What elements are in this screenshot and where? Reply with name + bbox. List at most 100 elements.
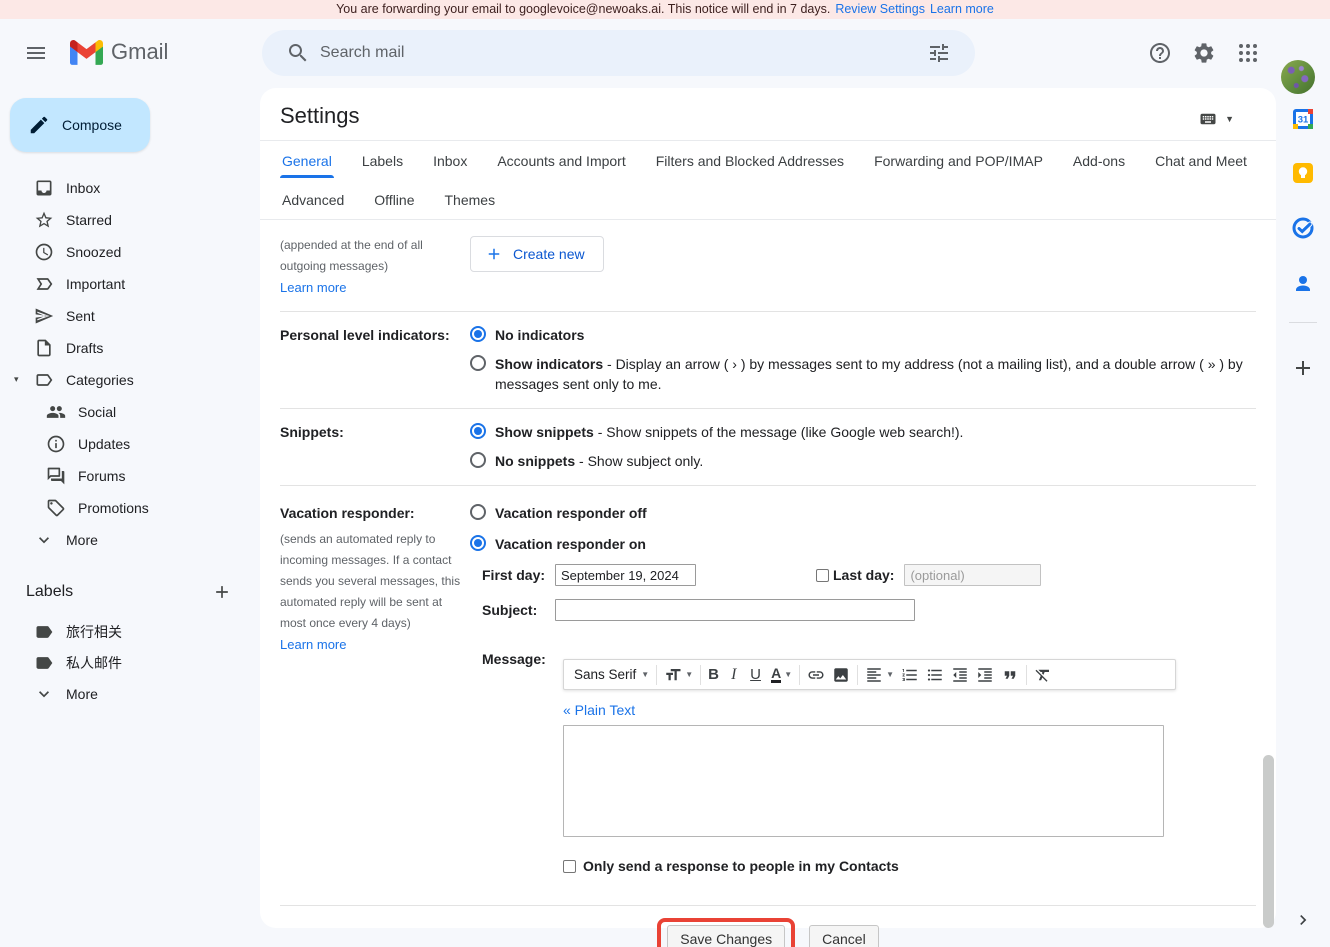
vacation-off-radio[interactable] xyxy=(470,504,486,520)
tab-advanced[interactable]: Advanced xyxy=(280,183,346,217)
bold-button[interactable]: B xyxy=(708,666,724,683)
sidebar-item-snoozed[interactable]: Snoozed xyxy=(0,236,248,268)
settings-tabs: General Labels Inbox Accounts and Import… xyxy=(280,141,1256,219)
sidebar-item-important[interactable]: Important xyxy=(0,268,248,300)
search-options-icon[interactable] xyxy=(927,41,951,65)
dropdown-arrow-icon: ▼ xyxy=(886,670,894,679)
help-icon[interactable] xyxy=(1148,41,1172,65)
contacts-only-checkbox[interactable] xyxy=(563,860,576,873)
keep-icon[interactable] xyxy=(1291,161,1315,185)
numbered-list-button[interactable] xyxy=(901,666,919,684)
label-item-travel[interactable]: 旅行相关 xyxy=(0,616,248,647)
insert-link-button[interactable] xyxy=(807,666,825,684)
remove-formatting-icon xyxy=(1034,666,1052,684)
sidebar-item-sent[interactable]: Sent xyxy=(0,300,248,332)
sidebar-item-inbox[interactable]: Inbox xyxy=(0,172,248,204)
create-new-signature-button[interactable]: Create new xyxy=(470,236,604,272)
cancel-button[interactable]: Cancel xyxy=(809,925,879,947)
tab-inbox[interactable]: Inbox xyxy=(431,144,469,178)
vacation-message-textarea[interactable] xyxy=(563,725,1164,837)
subject-input[interactable] xyxy=(555,599,915,621)
text-color-icon: A xyxy=(771,666,781,683)
review-settings-link[interactable]: Review Settings xyxy=(835,2,925,16)
search-icon[interactable] xyxy=(286,41,310,65)
underline-button[interactable]: U xyxy=(750,666,764,683)
tab-forwarding-pop-imap[interactable]: Forwarding and POP/IMAP xyxy=(872,144,1045,178)
get-add-ons-icon[interactable] xyxy=(1291,356,1315,380)
remove-formatting-button[interactable] xyxy=(1034,666,1052,684)
font-family-selector[interactable]: Sans Serif▼ xyxy=(572,667,649,682)
sidebar-item-forums[interactable]: Forums xyxy=(0,460,248,492)
quote-icon xyxy=(1001,666,1019,684)
search-bar xyxy=(262,30,975,76)
sidebar-item-updates[interactable]: Updates xyxy=(0,428,248,460)
create-label-icon[interactable] xyxy=(212,582,232,602)
first-day-input[interactable] xyxy=(555,564,696,586)
tab-add-ons[interactable]: Add-ons xyxy=(1071,144,1127,178)
show-snippets-radio[interactable] xyxy=(470,423,486,439)
save-changes-button[interactable]: Save Changes xyxy=(667,925,785,947)
tab-accounts-import[interactable]: Accounts and Import xyxy=(495,144,627,178)
sidebar-item-categories[interactable]: ▾ Categories xyxy=(0,364,248,396)
tab-general[interactable]: General xyxy=(280,144,334,178)
settings-gear-icon[interactable] xyxy=(1192,41,1216,65)
sidebar-item-promotions[interactable]: Promotions xyxy=(0,492,248,524)
contacts-icon[interactable] xyxy=(1291,272,1315,296)
scrollbar-thumb[interactable] xyxy=(1263,755,1274,928)
tab-offline[interactable]: Offline xyxy=(372,183,416,217)
last-day-checkbox[interactable] xyxy=(816,569,829,582)
insert-image-button[interactable] xyxy=(832,666,850,684)
compose-label: Compose xyxy=(62,117,122,133)
vacation-learn-more-link[interactable]: Learn more xyxy=(280,637,346,652)
personal-indicators-section: Personal level indicators: No indicators… xyxy=(280,312,1256,409)
show-indicators-radio[interactable] xyxy=(470,355,486,371)
sidebar-item-social[interactable]: Social xyxy=(0,396,248,428)
text-color-button[interactable]: A▼ xyxy=(771,666,792,683)
search-input[interactable] xyxy=(320,44,917,62)
important-icon xyxy=(34,274,54,294)
quote-button[interactable] xyxy=(1001,666,1019,684)
calendar-icon[interactable]: 31 xyxy=(1291,107,1315,131)
google-apps-icon[interactable] xyxy=(1236,41,1260,65)
bulleted-list-button[interactable] xyxy=(926,666,944,684)
tag-icon xyxy=(34,370,54,390)
sidebar-item-drafts[interactable]: Drafts xyxy=(0,332,248,364)
side-panel: 31 xyxy=(1276,88,1330,947)
plus-icon xyxy=(485,245,503,263)
last-day-input[interactable] xyxy=(904,564,1041,586)
indent-more-button[interactable] xyxy=(976,666,994,684)
indent-less-button[interactable] xyxy=(951,666,969,684)
tab-labels[interactable]: Labels xyxy=(360,144,405,178)
tab-filters-blocked[interactable]: Filters and Blocked Addresses xyxy=(654,144,846,178)
compose-button[interactable]: Compose xyxy=(10,98,150,152)
italic-button[interactable]: I xyxy=(731,666,743,684)
vacation-on-radio[interactable] xyxy=(470,535,486,551)
chevron-down-icon xyxy=(34,530,54,550)
labels-more[interactable]: More xyxy=(0,678,248,709)
font-size-button[interactable]: ▼ xyxy=(664,666,693,684)
contacts-only-label: Only send a response to people in my Con… xyxy=(583,858,899,874)
offer-icon xyxy=(46,498,66,518)
align-button[interactable]: ▼ xyxy=(865,666,894,684)
plain-text-toggle-link[interactable]: « Plain Text xyxy=(563,702,635,718)
tab-themes[interactable]: Themes xyxy=(443,183,498,217)
tasks-icon[interactable] xyxy=(1291,216,1315,240)
no-snippets-radio[interactable] xyxy=(470,452,486,468)
dropdown-arrow-icon: ▼ xyxy=(784,670,792,679)
hide-side-panel-icon[interactable] xyxy=(1293,910,1313,930)
input-tools-selector[interactable]: ▼ xyxy=(1197,110,1234,128)
last-day-label: Last day: xyxy=(833,567,894,583)
collapse-arrow-icon[interactable]: ▾ xyxy=(14,374,19,385)
label-item-private[interactable]: 私人邮件 xyxy=(0,647,248,678)
main-menu-icon[interactable] xyxy=(24,41,48,65)
no-indicators-radio[interactable] xyxy=(470,326,486,342)
tab-chat-meet[interactable]: Chat and Meet xyxy=(1153,144,1249,178)
info-icon xyxy=(46,434,66,454)
link-icon xyxy=(807,666,825,684)
sidebar-item-more[interactable]: More xyxy=(0,524,248,556)
signature-learn-more-link[interactable]: Learn more xyxy=(280,280,346,295)
svg-text:31: 31 xyxy=(1298,115,1309,126)
gmail-logo[interactable]: Gmail xyxy=(70,39,168,65)
sidebar-item-starred[interactable]: Starred xyxy=(0,204,248,236)
learn-more-link[interactable]: Learn more xyxy=(930,2,994,16)
